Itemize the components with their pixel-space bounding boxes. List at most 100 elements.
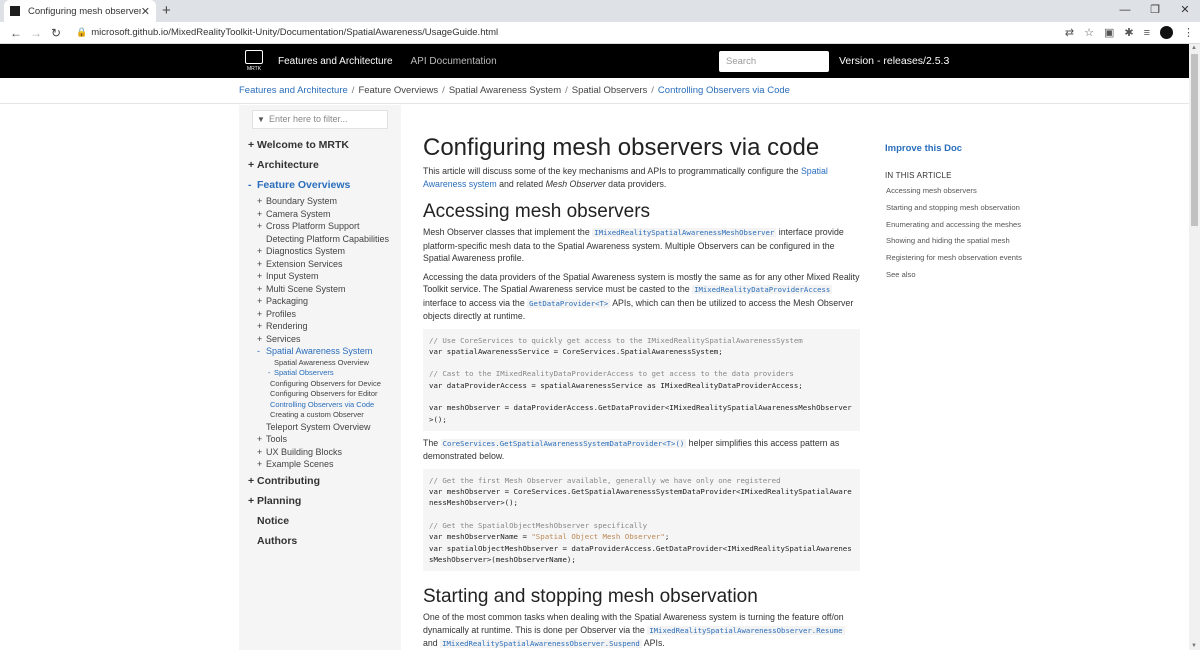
scrollbar-thumb[interactable] bbox=[1191, 54, 1198, 226]
page-scrollbar[interactable]: ▲ ▼ bbox=[1189, 44, 1200, 650]
toc-item-label: Extension Services bbox=[266, 258, 343, 269]
toc-item[interactable]: - Spatial Awareness System bbox=[239, 345, 401, 358]
toc-item[interactable]: + Tools bbox=[239, 433, 401, 446]
menu-dots-icon[interactable]: ⋮ bbox=[1183, 26, 1194, 39]
nav-api-documentation[interactable]: API Documentation bbox=[411, 56, 497, 67]
translate-icon[interactable]: ⇄ bbox=[1065, 26, 1074, 39]
toc-item[interactable]: + Planning bbox=[239, 491, 401, 511]
scroll-up-icon[interactable]: ▲ bbox=[1191, 45, 1197, 51]
outline-link[interactable]: Enumerating and accessing the meshes bbox=[886, 217, 1045, 234]
expand-icon[interactable]: + bbox=[257, 320, 266, 333]
expand-icon[interactable]: + bbox=[257, 446, 266, 459]
toc-item[interactable]: - Feature Overviews bbox=[239, 175, 401, 195]
toc-item-label: Spatial Observers bbox=[274, 368, 334, 377]
browser-tab[interactable]: Configuring mesh observers via ✕ bbox=[4, 0, 156, 22]
expand-icon[interactable]: + bbox=[257, 295, 266, 308]
expand-icon[interactable]: + bbox=[257, 258, 266, 271]
outline-link[interactable]: See also bbox=[886, 267, 1045, 284]
toc-item[interactable]: - Spatial Observers bbox=[239, 368, 401, 379]
expand-icon[interactable]: + bbox=[248, 471, 257, 491]
toc-item[interactable]: + Profiles bbox=[239, 308, 401, 321]
toc-item[interactable]: + Diagnostics System bbox=[239, 245, 401, 258]
code-block[interactable]: // Use CoreServices to quickly get acces… bbox=[423, 328, 860, 431]
toc-item[interactable]: Notice bbox=[239, 511, 401, 531]
code-block[interactable]: // Get the first Mesh Observer available… bbox=[423, 468, 860, 572]
expand-icon[interactable]: + bbox=[257, 220, 266, 233]
reload-icon[interactable]: ↻ bbox=[46, 26, 66, 40]
toc-item[interactable]: + Architecture bbox=[239, 155, 401, 175]
toc-item[interactable]: Teleport System Overview bbox=[239, 421, 401, 434]
profile-avatar[interactable] bbox=[1160, 26, 1173, 39]
address-bar: ← → ↻ 🔒 microsoft.github.io/MixedReality… bbox=[0, 22, 1200, 44]
close-window-button[interactable]: ✕ bbox=[1170, 0, 1200, 22]
bookmark-star-icon[interactable]: ☆ bbox=[1084, 26, 1094, 39]
toc-item[interactable]: + UX Building Blocks bbox=[239, 446, 401, 459]
toc-item[interactable]: + Camera System bbox=[239, 208, 401, 221]
breadcrumb: Features and Architecture / Feature Overvi… bbox=[0, 78, 1200, 104]
close-tab-icon[interactable]: ✕ bbox=[141, 5, 150, 18]
breadcrumb-item[interactable]: Spatial Observers bbox=[572, 85, 648, 96]
outline-link[interactable]: Starting and stopping mesh observation bbox=[886, 200, 1045, 217]
breadcrumb-link[interactable]: Features and Architecture bbox=[239, 85, 348, 96]
collapse-icon[interactable]: - bbox=[248, 175, 257, 195]
toc-item[interactable]: + Contributing bbox=[239, 471, 401, 491]
toc-item[interactable]: + Boundary System bbox=[239, 195, 401, 208]
extensions-puzzle-icon[interactable]: ✱ bbox=[1124, 26, 1133, 39]
expand-icon[interactable]: + bbox=[257, 270, 266, 283]
expand-icon[interactable]: + bbox=[248, 155, 257, 175]
toc-item[interactable]: + Multi Scene System bbox=[239, 283, 401, 296]
toc-item[interactable]: + Packaging bbox=[239, 295, 401, 308]
toc-item[interactable]: + Rendering bbox=[239, 320, 401, 333]
toc-item[interactable]: Detecting Platform Capabilities bbox=[239, 233, 401, 246]
mrtk-logo[interactable]: MRTK bbox=[243, 48, 265, 74]
url-field[interactable]: microsoft.github.io/MixedRealityToolkit-… bbox=[91, 27, 1065, 38]
expand-icon[interactable]: + bbox=[257, 208, 266, 221]
expand-icon[interactable]: + bbox=[257, 433, 266, 446]
expand-icon[interactable]: + bbox=[257, 245, 266, 258]
collapse-icon[interactable]: - bbox=[257, 345, 266, 358]
expand-icon[interactable]: + bbox=[248, 135, 257, 155]
expand-icon[interactable]: + bbox=[248, 491, 257, 511]
improve-doc-link[interactable]: Improve this Doc bbox=[885, 143, 1045, 154]
paragraph: Accessing the data providers of the Spat… bbox=[423, 271, 860, 322]
maximize-button[interactable]: ❐ bbox=[1140, 0, 1170, 22]
expand-icon[interactable]: + bbox=[257, 458, 266, 471]
toc-item[interactable]: Configuring Observers for Editor bbox=[239, 389, 401, 400]
toc-item[interactable]: + Example Scenes bbox=[239, 458, 401, 471]
toc-item[interactable]: + Cross Platform Support bbox=[239, 220, 401, 233]
toc-item-label: Teleport System Overview bbox=[266, 421, 371, 432]
lock-icon[interactable]: 🔒 bbox=[76, 27, 87, 38]
expand-icon[interactable]: + bbox=[257, 195, 266, 208]
toc-item[interactable]: Spatial Awareness Overview bbox=[239, 358, 401, 369]
expand-icon[interactable]: + bbox=[257, 308, 266, 321]
outline-link[interactable]: Registering for mesh observation events bbox=[886, 250, 1045, 267]
toc-item[interactable]: + Services bbox=[239, 333, 401, 346]
toc-item-label: Input System bbox=[266, 271, 319, 281]
toc-item[interactable]: Controlling Observers via Code bbox=[239, 400, 401, 411]
new-tab-button[interactable]: + bbox=[162, 2, 171, 19]
scroll-down-icon[interactable]: ▼ bbox=[1191, 643, 1197, 649]
toc-item[interactable]: + Extension Services bbox=[239, 258, 401, 271]
toc-item[interactable]: + Input System bbox=[239, 270, 401, 283]
media-queue-icon[interactable]: ≡ bbox=[1144, 27, 1150, 39]
expand-icon[interactable]: + bbox=[257, 333, 266, 346]
article-outline: Improve this Doc IN THIS ARTICLE Accessi… bbox=[885, 143, 1045, 284]
back-icon[interactable]: ← bbox=[6, 26, 26, 40]
breadcrumb-item[interactable]: Spatial Awareness System bbox=[449, 85, 561, 96]
forward-icon[interactable]: → bbox=[26, 26, 46, 40]
toc-item[interactable]: Configuring Observers for Device bbox=[239, 379, 401, 390]
expand-icon[interactable]: + bbox=[257, 283, 266, 296]
pocket-icon[interactable]: ▣ bbox=[1104, 26, 1114, 39]
minimize-button[interactable]: — bbox=[1110, 0, 1140, 22]
outline-link[interactable]: Showing and hiding the spatial mesh bbox=[886, 233, 1045, 250]
search-input[interactable]: Search bbox=[719, 51, 829, 72]
toc-item[interactable]: Authors bbox=[239, 531, 401, 551]
breadcrumb-item[interactable]: Feature Overviews bbox=[358, 85, 438, 96]
extension-icons: ⇄ ☆ ▣ ✱ ≡ ⋮ bbox=[1065, 26, 1194, 39]
outline-link[interactable]: Accessing mesh observers bbox=[886, 183, 1045, 200]
filter-input[interactable]: ▼ Enter here to filter... bbox=[252, 110, 388, 129]
toc-item[interactable]: + Welcome to MRTK bbox=[239, 135, 401, 155]
toc-item[interactable]: Creating a custom Observer bbox=[239, 410, 401, 421]
breadcrumb-current[interactable]: Controlling Observers via Code bbox=[658, 85, 790, 96]
nav-features-architecture[interactable]: Features and Architecture bbox=[278, 56, 393, 67]
